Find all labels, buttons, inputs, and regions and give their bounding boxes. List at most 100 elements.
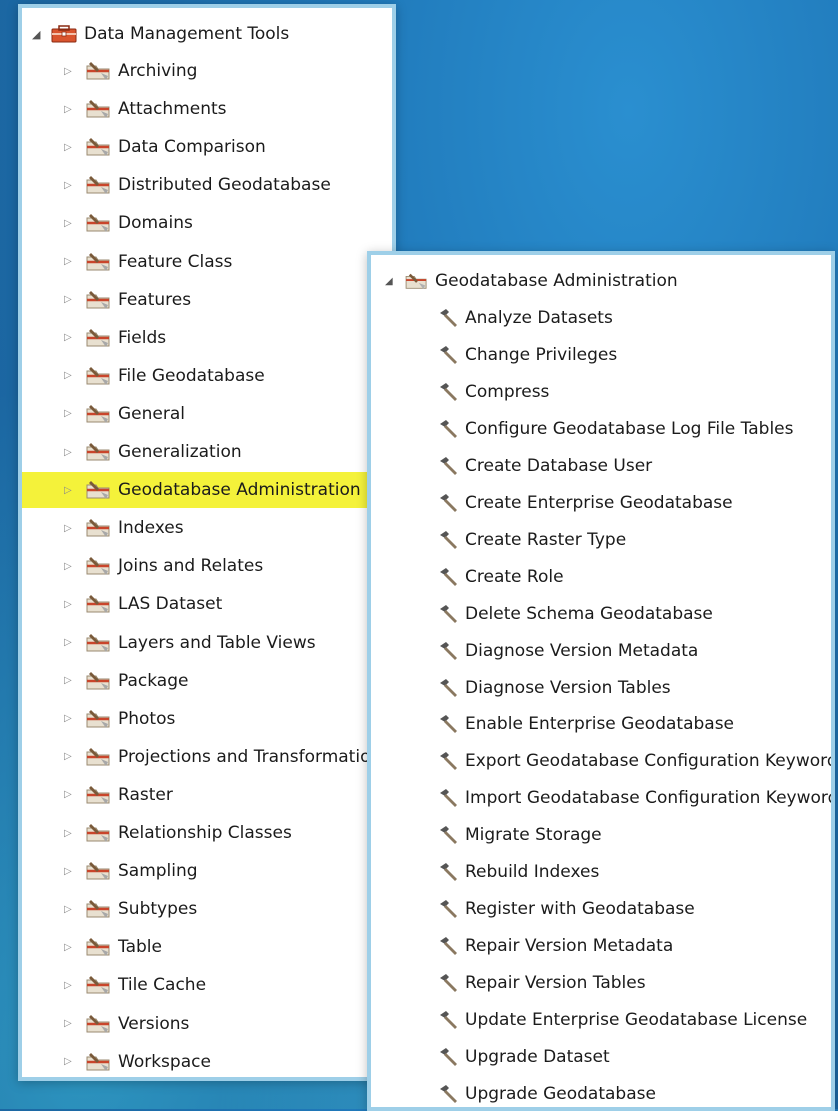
- tool-item[interactable]: Repair Version Tables: [371, 966, 831, 1000]
- toolset-item[interactable]: ▷ Distributed Geodatabase: [22, 167, 392, 203]
- expand-arrow-icon[interactable]: ▷: [64, 523, 76, 534]
- toolset-item[interactable]: ▷ LAS Dataset: [22, 586, 392, 622]
- expand-arrow-icon[interactable]: ▷: [64, 370, 76, 381]
- expand-arrow-icon[interactable]: ▷: [64, 561, 76, 572]
- tree-root-geodatabase-administration[interactable]: ◢ Geodatabase Administration: [371, 267, 831, 295]
- toolset-icon: [84, 784, 114, 806]
- tool-item[interactable]: Upgrade Geodatabase: [371, 1077, 831, 1107]
- collapse-arrow-icon[interactable]: ◢: [32, 28, 46, 41]
- toolset-item[interactable]: ▷ General: [22, 396, 392, 432]
- toolset-item[interactable]: ▷ Domains: [22, 205, 392, 241]
- tool-item[interactable]: Export Geodatabase Configuration Keyword…: [371, 744, 831, 778]
- geodatabase-administration-panel: ◢ Geodatabase Administration Analyze Dat…: [367, 251, 835, 1111]
- toolset-item[interactable]: ▷ Subtypes: [22, 891, 392, 927]
- expand-arrow-icon[interactable]: ▷: [64, 675, 76, 686]
- toolset-item-label: Attachments: [118, 99, 227, 120]
- toolset-icon: [84, 974, 114, 996]
- toolset-item[interactable]: ▷ Attachments: [22, 91, 392, 127]
- expand-arrow-icon[interactable]: ▷: [64, 66, 76, 77]
- hammer-icon: [437, 677, 459, 699]
- toolset-item[interactable]: ▷ Tile Cache: [22, 967, 392, 1003]
- toolset-item[interactable]: ▷ Archiving: [22, 53, 392, 89]
- toolset-item[interactable]: ▷ Versions: [22, 1006, 392, 1042]
- tool-item[interactable]: Import Geodatabase Configuration Keyword…: [371, 781, 831, 815]
- toolset-icon: [84, 441, 114, 463]
- tree-root-data-management-tools[interactable]: ◢ Data Management Tools: [22, 20, 392, 48]
- toolset-item[interactable]: ▷ Layers and Table Views: [22, 625, 392, 661]
- toolset-item-label: Indexes: [118, 518, 184, 539]
- tool-item[interactable]: Create Raster Type: [371, 523, 831, 557]
- expand-arrow-icon[interactable]: ▷: [64, 713, 76, 724]
- tool-item[interactable]: Diagnose Version Metadata: [371, 634, 831, 668]
- tool-item-label: Configure Geodatabase Log File Tables: [465, 418, 794, 439]
- tool-item[interactable]: Migrate Storage: [371, 818, 831, 852]
- hammer-icon: [437, 824, 459, 846]
- expand-arrow-icon[interactable]: ▷: [64, 942, 76, 953]
- toolset-item[interactable]: ▷ Data Comparison: [22, 129, 392, 165]
- tool-item[interactable]: Rebuild Indexes: [371, 855, 831, 889]
- tool-item[interactable]: Analyze Datasets: [371, 301, 831, 335]
- tool-item[interactable]: Upgrade Dataset: [371, 1040, 831, 1074]
- expand-arrow-icon[interactable]: ▷: [64, 218, 76, 229]
- toolset-item[interactable]: ▷ Fields: [22, 320, 392, 356]
- toolset-item[interactable]: ▷ Package: [22, 663, 392, 699]
- tool-item[interactable]: Change Privileges: [371, 338, 831, 372]
- tool-item[interactable]: Configure Geodatabase Log File Tables: [371, 412, 831, 446]
- toolset-item[interactable]: ▷ File Geodatabase: [22, 358, 392, 394]
- toolset-item[interactable]: ▷ Projections and Transformations: [22, 739, 392, 775]
- expand-arrow-icon[interactable]: ▷: [64, 980, 76, 991]
- toolset-icon: [84, 670, 114, 692]
- tool-item[interactable]: Register with Geodatabase: [371, 892, 831, 926]
- tool-item[interactable]: Diagnose Version Tables: [371, 671, 831, 705]
- tool-item[interactable]: Repair Version Metadata: [371, 929, 831, 963]
- tool-item[interactable]: Create Database User: [371, 449, 831, 483]
- expand-arrow-icon[interactable]: ▷: [64, 751, 76, 762]
- expand-arrow-icon[interactable]: ▷: [64, 599, 76, 610]
- toolset-item[interactable]: ▷ Feature Class: [22, 244, 392, 280]
- toolset-item[interactable]: ▷ Indexes: [22, 510, 392, 546]
- expand-arrow-icon[interactable]: ▷: [64, 1056, 76, 1067]
- expand-arrow-icon[interactable]: ▷: [64, 180, 76, 191]
- toolset-icon: [84, 746, 114, 768]
- toolset-icon: [84, 403, 114, 425]
- expand-arrow-icon[interactable]: ▷: [64, 904, 76, 915]
- tool-item[interactable]: Update Enterprise Geodatabase License: [371, 1003, 831, 1037]
- toolset-item[interactable]: ▷ Photos: [22, 701, 392, 737]
- toolset-item[interactable]: ▷ Generalization: [22, 434, 392, 470]
- toolset-icon: [84, 479, 114, 501]
- expand-arrow-icon[interactable]: ▷: [64, 408, 76, 419]
- hammer-icon: [437, 492, 459, 514]
- toolset-item[interactable]: ▷ Joins and Relates: [22, 548, 392, 584]
- toolset-item[interactable]: ▷ Geodatabase Administration: [22, 472, 392, 509]
- tool-item[interactable]: Create Enterprise Geodatabase: [371, 486, 831, 520]
- toolbox-icon: [50, 24, 78, 44]
- collapse-arrow-icon[interactable]: ◢: [385, 276, 397, 287]
- tool-item-label: Enable Enterprise Geodatabase: [465, 714, 735, 735]
- toolset-item[interactable]: ▷ Table: [22, 929, 392, 965]
- tool-item[interactable]: Compress: [371, 375, 831, 409]
- expand-arrow-icon[interactable]: ▷: [64, 637, 76, 648]
- expand-arrow-icon[interactable]: ▷: [64, 104, 76, 115]
- expand-arrow-icon[interactable]: ▷: [64, 142, 76, 153]
- toolset-icon: [84, 517, 114, 539]
- tool-item[interactable]: Delete Schema Geodatabase: [371, 597, 831, 631]
- tool-item-label: Repair Version Metadata: [465, 936, 674, 957]
- toolset-item[interactable]: ▷ Relationship Classes: [22, 815, 392, 851]
- expand-arrow-icon[interactable]: ▷: [64, 866, 76, 877]
- expand-arrow-icon[interactable]: ▷: [64, 828, 76, 839]
- expand-arrow-icon[interactable]: ▷: [64, 294, 76, 305]
- expand-arrow-icon[interactable]: ▷: [64, 332, 76, 343]
- tool-item[interactable]: Enable Enterprise Geodatabase: [371, 707, 831, 741]
- expand-arrow-icon[interactable]: ▷: [64, 256, 76, 267]
- expand-arrow-icon[interactable]: ▷: [64, 447, 76, 458]
- toolset-item[interactable]: ▷ Raster: [22, 777, 392, 813]
- toolset-item[interactable]: ▷ Sampling: [22, 853, 392, 889]
- expand-arrow-icon[interactable]: ▷: [64, 1018, 76, 1029]
- hammer-icon: [437, 640, 459, 662]
- toolset-item[interactable]: ▷ Features: [22, 282, 392, 318]
- hammer-icon: [437, 603, 459, 625]
- tool-item[interactable]: Create Role: [371, 560, 831, 594]
- expand-arrow-icon[interactable]: ▷: [64, 485, 76, 496]
- toolset-item[interactable]: ▷ Workspace: [22, 1044, 392, 1077]
- expand-arrow-icon[interactable]: ▷: [64, 789, 76, 800]
